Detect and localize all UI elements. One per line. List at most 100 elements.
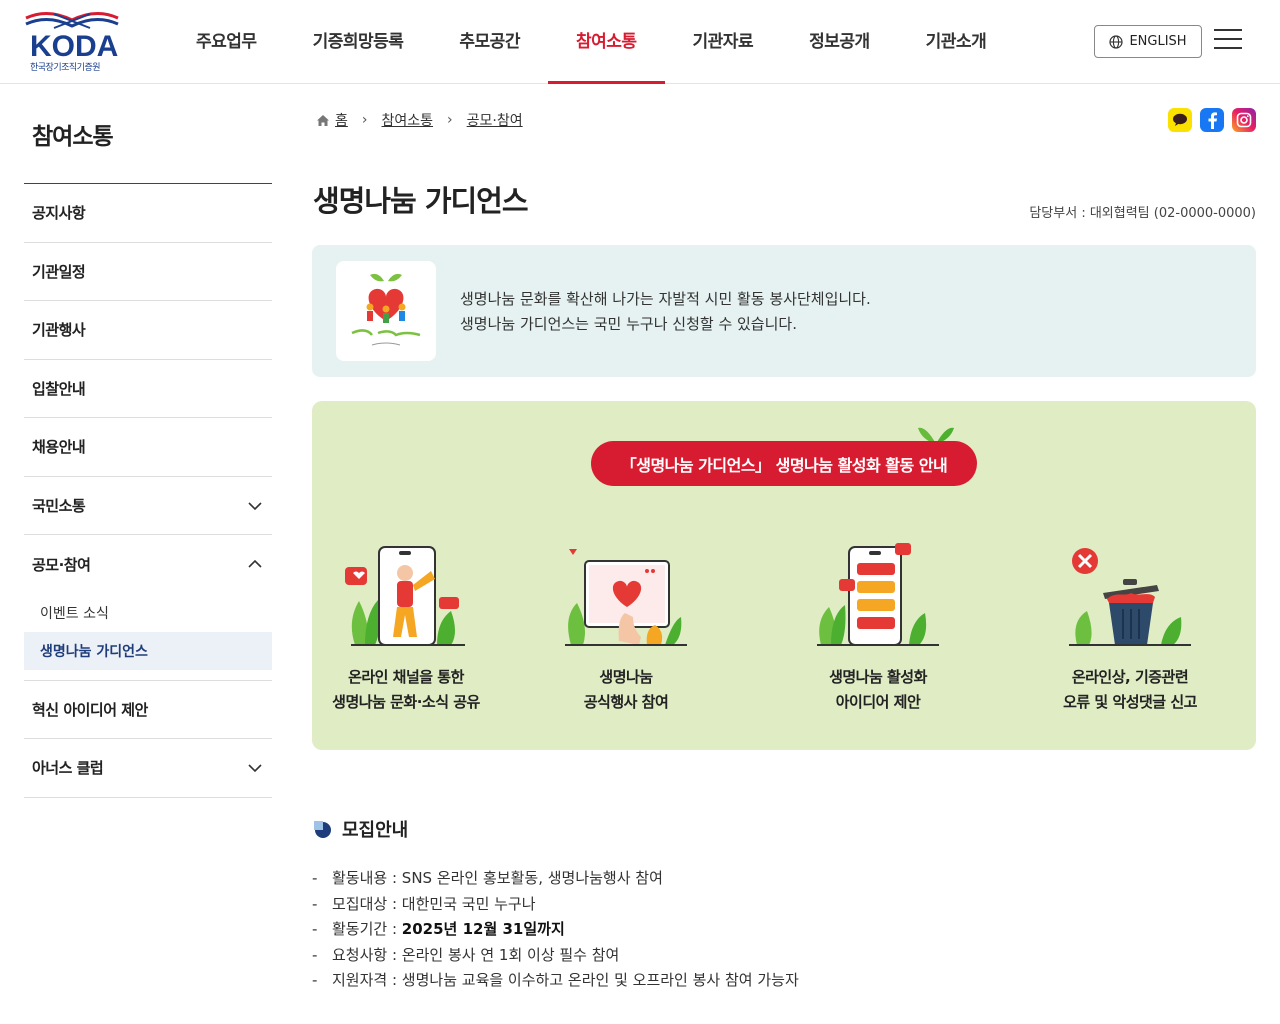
- nav-item-about[interactable]: 기관소개: [898, 0, 1015, 84]
- activity-label-line: 생명나눔 활성화: [829, 668, 927, 686]
- breadcrumb-separator-icon: ›: [361, 112, 368, 128]
- activity-label: 생명나눔 공식행사 참여: [500, 665, 752, 715]
- recruit-value: SNS 온라인 홍보활동, 생명나눔행사 참여: [401, 869, 663, 887]
- activity-item: 생명나눔 공식행사 참여: [500, 541, 752, 715]
- breadcrumb-separator-icon: ›: [447, 112, 453, 128]
- nav-item-main-work[interactable]: 주요업무: [168, 0, 285, 84]
- phone-megaphone-icon: [345, 546, 465, 646]
- logo-text: KODA: [30, 30, 119, 63]
- sidebar-item-bidding[interactable]: 입찰안내: [24, 360, 272, 418]
- sidebar-item-label: 아너스 클럽: [32, 759, 104, 778]
- activity-label: 생명나눔 활성화 아이디어 제안: [752, 665, 1004, 715]
- activity-list: 온라인 채널을 통한 생명나눔 문화·소식 공유 생명나눔 공식행사 참여 생명…: [312, 541, 1256, 715]
- list-item: - 활동기간 : 2025년 12월 31일까지: [312, 920, 565, 938]
- recruit-list: - 활동내용 : SNS 온라인 홍보활동, 생명나눔행사 참여 - 모집대상 : …: [312, 866, 799, 994]
- instagram-icon[interactable]: [1232, 108, 1256, 132]
- activity-item: 생명나눔 활성화 아이디어 제안: [752, 541, 1004, 715]
- nav-item-info-disclosure[interactable]: 정보공개: [781, 0, 898, 84]
- chevron-down-icon: [248, 501, 262, 510]
- english-button[interactable]: ENGLISH: [1094, 25, 1202, 58]
- main-nav: 주요업무 기증희망등록 추모공간 참여소통 기관자료 정보공개 기관소개: [168, 0, 1014, 84]
- list-item: - 모집대상 : 대한민국 국민 누구나: [312, 894, 536, 913]
- intro-text: 생명나눔 문화를 확산해 나가는 자발적 시민 활동 봉사단체입니다. 생명나눔…: [460, 287, 871, 337]
- breadcrumb: 홈 › 참여소통 › 공모·참여: [316, 110, 523, 130]
- activity-badge: 「생명나눔 가디언스」 생명나눔 활성화 활동 안내: [591, 441, 977, 486]
- page-title: 생명나눔 가디언스: [313, 184, 529, 218]
- english-label: ENGLISH: [1129, 34, 1187, 49]
- recruit-title: 모집안내: [342, 820, 409, 841]
- sidebar-title: 참여소통: [32, 124, 114, 150]
- sidebar-item-label: 공지사항: [32, 204, 86, 223]
- intro-line-1: 생명나눔 문화를 확산해 나가는 자발적 시민 활동 봉사단체입니다.: [460, 290, 871, 308]
- activity-section: 「생명나눔 가디언스」 생명나눔 활성화 활동 안내 온라인 채널을 통한 생명…: [312, 401, 1256, 750]
- sidebar-item-label: 채용안내: [32, 438, 86, 457]
- home-icon[interactable]: [316, 114, 330, 127]
- section-bullet-icon: [314, 821, 331, 838]
- sidebar-item-events[interactable]: 기관행사: [24, 301, 272, 360]
- activity-label-line: 오류 및 악성댓글 신고: [1063, 693, 1197, 711]
- monitor-heart-icon: [565, 549, 687, 646]
- activity-item: 온라인상, 기증관련 오류 및 악성댓글 신고: [1004, 541, 1256, 715]
- sidebar-subitem-event-news[interactable]: 이벤트 소식: [24, 594, 272, 632]
- intro-line-2: 생명나눔 가디언스는 국민 누구나 신청할 수 있습니다.: [460, 315, 797, 333]
- recruit-label: 요청사항 :: [332, 945, 402, 964]
- recruit-label: 활동기간 :: [332, 920, 402, 938]
- sidebar-item-honors-club[interactable]: 아너스 클럽: [24, 739, 272, 798]
- recruit-value: 온라인 봉사 연 1회 이상 필수 참여: [401, 945, 620, 964]
- sidebar-item-schedule[interactable]: 기관일정: [24, 243, 272, 301]
- activity-label-line: 온라인 채널을 통한: [348, 668, 464, 686]
- guardians-logo: [336, 261, 436, 361]
- activity-item: 온라인 채널을 통한 생명나눔 문화·소식 공유: [312, 541, 500, 715]
- site-header: KODA 한국장기조직기증원 주요업무 기증희망등록 추모공간 참여소통 기관자…: [0, 0, 1280, 84]
- trash-report-icon: [1069, 548, 1191, 646]
- breadcrumb-home[interactable]: 홈: [335, 110, 348, 130]
- sidebar-subitem-guardians[interactable]: 생명나눔 가디언스: [24, 631, 272, 670]
- menu-icon[interactable]: [1214, 29, 1242, 53]
- sidebar-item-label: 공모·참여: [32, 555, 91, 574]
- list-item: - 요청사항 : 온라인 봉사 연 1회 이상 필수 참여: [312, 945, 620, 964]
- globe-icon: [1109, 34, 1124, 49]
- sns-share: [1168, 108, 1256, 132]
- sidebar-item-notice[interactable]: 공지사항: [24, 184, 272, 243]
- chevron-down-icon: [248, 764, 262, 773]
- activity-label: 온라인 채널을 통한 생명나눔 문화·소식 공유: [312, 665, 500, 715]
- recruit-section-title: 모집안내: [312, 816, 408, 842]
- recruit-label: 모집대상 :: [332, 894, 402, 913]
- facebook-icon[interactable]: [1200, 108, 1224, 132]
- nav-item-memorial[interactable]: 추모공간: [431, 0, 548, 84]
- recruit-value: 대한민국 국민 누구나: [401, 894, 536, 913]
- recruit-value: 2025년 12월 31일까지: [401, 920, 565, 938]
- activity-label-line: 아이디어 제안: [835, 693, 921, 711]
- recruit-value: 생명나눔 교육을 이수하고 온라인 및 오프라인 봉사 참여 가능자: [401, 971, 799, 989]
- nav-item-materials[interactable]: 기관자료: [665, 0, 782, 84]
- phone-chat-icon: [817, 543, 939, 646]
- chevron-up-icon: [248, 559, 262, 568]
- department-info: 담당부서 : 대외협력팀 (02-0000-0000): [1029, 206, 1256, 221]
- activity-label-line: 생명나눔 문화·소식 공유: [332, 693, 480, 711]
- kakao-icon[interactable]: [1168, 108, 1192, 132]
- sidebar-item-contest[interactable]: 공모·참여: [24, 535, 272, 594]
- logo-mark-icon: [25, 12, 119, 29]
- activity-label-line: 온라인상, 기증관련: [1071, 668, 1189, 686]
- list-item: - 지원자격 : 생명나눔 교육을 이수하고 온라인 및 오프라인 봉사 참여 가…: [312, 971, 799, 989]
- list-item: - 활동내용 : SNS 온라인 홍보활동, 생명나눔행사 참여: [312, 869, 663, 887]
- sidebar-nav: 공지사항 기관일정 기관행사 입찰안내 채용안내 국민소통 공모·참여 이벤트 …: [24, 183, 272, 798]
- sidebar-item-label: 국민소통: [32, 496, 86, 515]
- nav-item-donation-register[interactable]: 기증희망등록: [285, 0, 432, 84]
- recruit-label: 활동내용 :: [332, 869, 402, 887]
- sidebar-item-innovation[interactable]: 혁신 아이디어 제안: [24, 681, 272, 739]
- koda-logo[interactable]: KODA 한국장기조직기증원: [24, 10, 124, 74]
- logo-subtitle: 한국장기조직기증원: [30, 63, 101, 73]
- breadcrumb-level2[interactable]: 공모·참여: [467, 110, 523, 130]
- sidebar-item-communication[interactable]: 국민소통: [24, 477, 272, 535]
- activity-label-line: 공식행사 참여: [583, 693, 669, 711]
- sidebar-item-label: 혁신 아이디어 제안: [32, 700, 148, 719]
- breadcrumb-level1[interactable]: 참여소통: [382, 110, 434, 130]
- guardians-emblem-icon: [351, 273, 421, 346]
- sidebar-item-label: 입찰안내: [32, 379, 86, 398]
- recruit-label: 지원자격 :: [332, 971, 402, 989]
- nav-item-participation[interactable]: 참여소통: [547, 0, 665, 84]
- sidebar-item-label: 기관행사: [32, 321, 86, 340]
- activity-label-line: 생명나눔: [599, 668, 653, 686]
- sidebar-item-recruitment[interactable]: 채용안내: [24, 418, 272, 477]
